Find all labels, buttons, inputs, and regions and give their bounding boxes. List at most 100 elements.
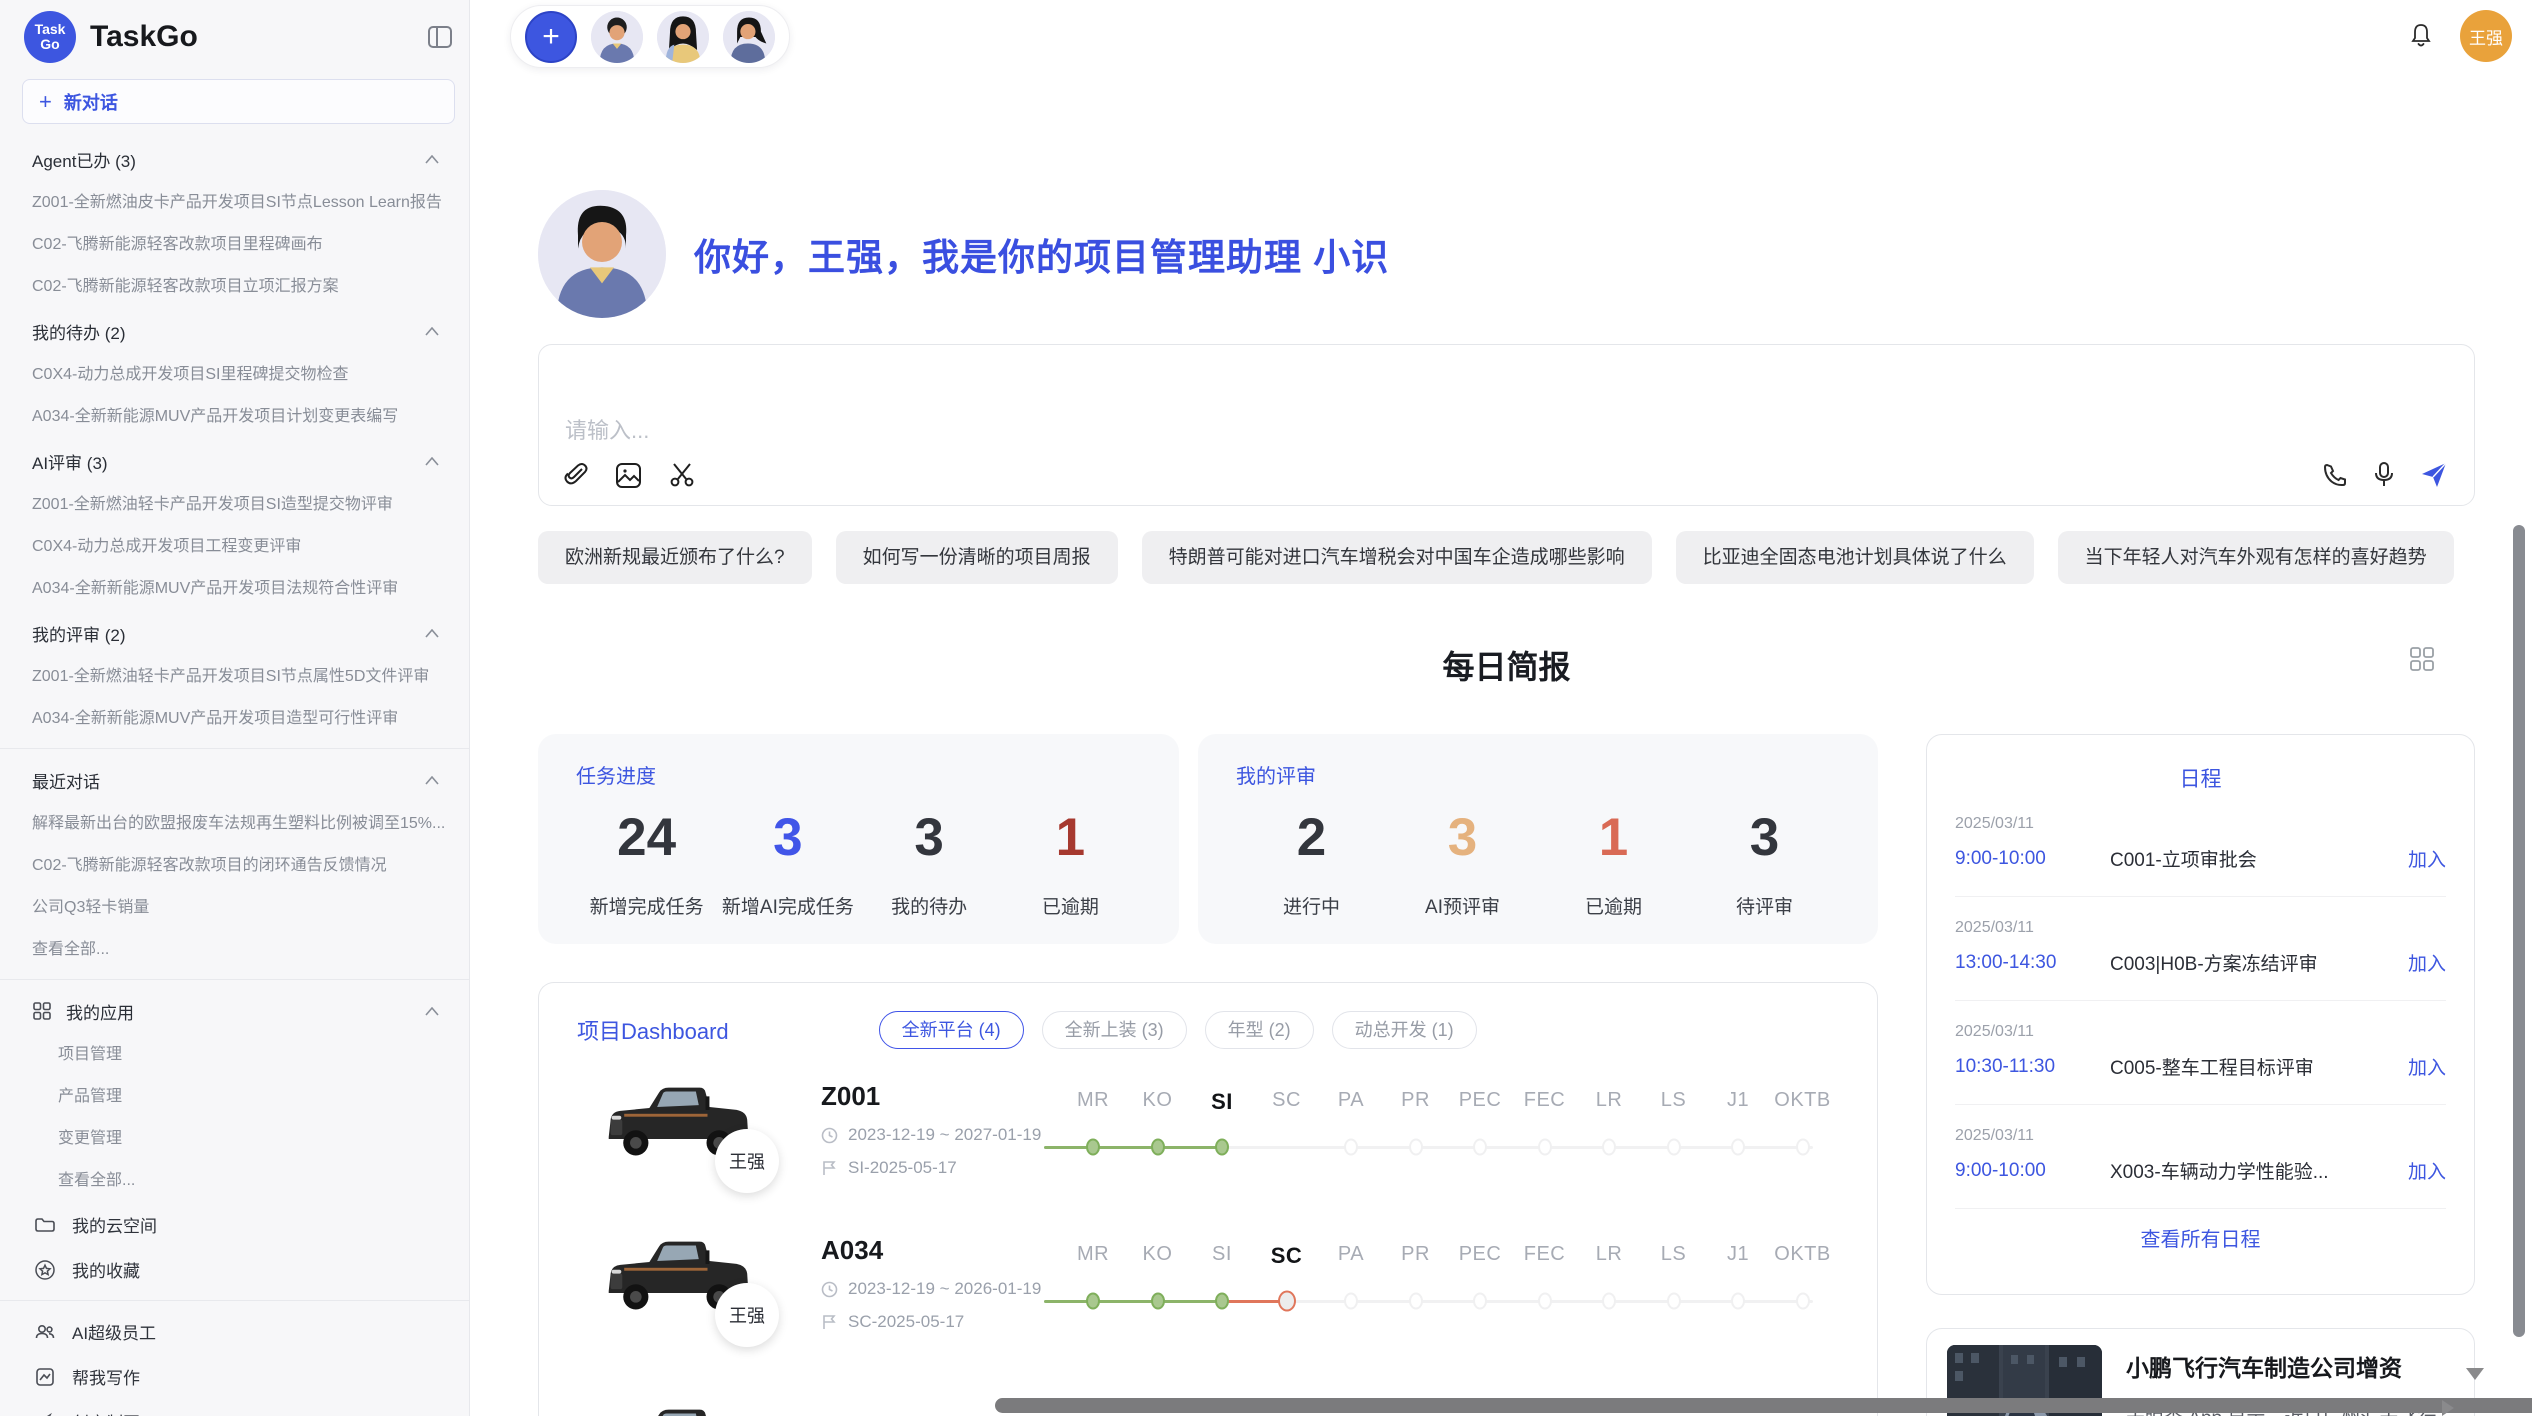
sidebar-section-my-todo[interactable]: 我的待办 (2): [0, 308, 469, 354]
milestone-dot[interactable]: [1667, 1293, 1681, 1310]
filter-pill-powertrain[interactable]: 动总开发 (1): [1332, 1011, 1477, 1049]
milestone-dot[interactable]: [1278, 1291, 1296, 1312]
sidebar-task-item[interactable]: C0X4-动力总成开发项目SI里程碑提交物检查: [0, 354, 469, 396]
stat-cell[interactable]: 3AI预评审: [1387, 807, 1538, 919]
project-owner-badge[interactable]: 王强: [715, 1129, 779, 1193]
filter-pill-year-model[interactable]: 年型 (2): [1205, 1011, 1314, 1049]
project-code[interactable]: A034: [821, 1235, 1044, 1266]
sidebar-section-recent-chats[interactable]: 最近对话: [0, 757, 469, 803]
join-meeting-link[interactable]: 加入: [2408, 949, 2446, 976]
collapse-sidebar-icon[interactable]: [427, 24, 453, 50]
milestone-dot[interactable]: [1409, 1293, 1423, 1310]
horizontal-scrollbar-thumb[interactable]: [995, 1398, 2532, 1413]
sidebar-task-item[interactable]: C02-飞腾新能源轻客改款项目里程碑画布: [0, 224, 469, 266]
view-all-schedule-link[interactable]: 查看所有日程: [1955, 1223, 2446, 1252]
scroll-right-arrow[interactable]: [2442, 1400, 2454, 1416]
suggestion-chip[interactable]: 当下年轻人对汽车外观有怎样的喜好趋势: [2058, 531, 2454, 584]
recent-chat-item[interactable]: 查看全部...: [0, 929, 469, 971]
join-meeting-link[interactable]: 加入: [2408, 1053, 2446, 1080]
milestone-dot[interactable]: [1344, 1139, 1358, 1156]
project-row[interactable]: 王强 Z001 2023-12-19 ~ 2027-01-19: [599, 1077, 1837, 1209]
sidebar-task-item[interactable]: Z001-全新燃油皮卡产品开发项目SI节点Lesson Learn报告: [0, 182, 469, 224]
stat-cell[interactable]: 1已逾期: [1000, 807, 1141, 919]
milestone-dot[interactable]: [1796, 1139, 1810, 1156]
scroll-down-arrow[interactable]: [2466, 1368, 2484, 1380]
agent-avatar-2[interactable]: [657, 11, 709, 63]
app-sub-item[interactable]: 产品管理: [0, 1076, 469, 1118]
project-row[interactable]: 王强 A034 2023-12-19 ~ 2026-01-19: [599, 1231, 1837, 1363]
chat-input-card[interactable]: 请输入...: [538, 344, 2475, 506]
phone-icon[interactable]: [2322, 462, 2348, 488]
milestone-dot[interactable]: [1151, 1293, 1165, 1310]
user-avatar[interactable]: 王强: [2460, 10, 2512, 62]
sidebar-task-item[interactable]: A034-全新新能源MUV产品开发项目计划变更表编写: [0, 396, 469, 438]
milestone-dot[interactable]: [1215, 1293, 1229, 1310]
microphone-icon[interactable]: [2372, 461, 2396, 489]
suggestion-chip[interactable]: 如何写一份清晰的项目周报: [836, 531, 1118, 584]
sidebar-section-my-review[interactable]: 我的评审 (2): [0, 610, 469, 656]
agent-avatar-1[interactable]: [591, 11, 643, 63]
recent-chat-item[interactable]: 解释最新出台的欧盟报废车法规再生塑料比例被调至15%...: [0, 803, 469, 845]
filter-pill-new-platform[interactable]: 全新平台 (4): [879, 1011, 1024, 1049]
stat-cell[interactable]: 1已逾期: [1538, 807, 1689, 919]
sidebar-task-item[interactable]: Z001-全新燃油轻卡产品开发项目SI造型提交物评审: [0, 484, 469, 526]
milestone-dot[interactable]: [1602, 1293, 1616, 1310]
sidebar-item-ai-super-staff[interactable]: AI超级员工: [0, 1309, 469, 1354]
milestone-dot[interactable]: [1086, 1139, 1100, 1156]
stat-cell[interactable]: 3新增AI完成任务: [717, 807, 858, 919]
app-sub-item[interactable]: 查看全部...: [0, 1160, 469, 1202]
sidebar-item-favorites[interactable]: 我的收藏: [0, 1247, 469, 1292]
sidebar-task-item[interactable]: Z001-全新燃油轻卡产品开发项目SI节点属性5D文件评审: [0, 656, 469, 698]
milestone-dot[interactable]: [1538, 1139, 1552, 1156]
stat-cell[interactable]: 3待评审: [1689, 807, 1840, 919]
project-code[interactable]: Z001: [821, 1081, 1044, 1112]
milestone-dot[interactable]: [1538, 1293, 1552, 1310]
milestone-dot[interactable]: [1602, 1139, 1616, 1156]
sidebar-task-item[interactable]: A034-全新新能源MUV产品开发项目造型可行性评审: [0, 698, 469, 740]
sidebar-task-item[interactable]: C0X4-动力总成开发项目工程变更评审: [0, 526, 469, 568]
layout-grid-icon[interactable]: [2409, 646, 2435, 672]
recent-chat-item[interactable]: 公司Q3轻卡销量: [0, 887, 469, 929]
sidebar-task-item[interactable]: C02-飞腾新能源轻客改款项目立项汇报方案: [0, 266, 469, 308]
suggestion-chip[interactable]: 欧洲新规最近颁布了什么?: [538, 531, 812, 584]
milestone-dot[interactable]: [1796, 1293, 1810, 1310]
sidebar-section-ai-review[interactable]: AI评审 (3): [0, 438, 469, 484]
scissors-icon[interactable]: [668, 461, 696, 489]
milestone-dot[interactable]: [1344, 1293, 1358, 1310]
vertical-scrollbar-thumb[interactable]: [2513, 525, 2525, 1337]
app-sub-item[interactable]: 项目管理: [0, 1034, 469, 1076]
agent-avatar-3[interactable]: [723, 11, 775, 63]
new-chat-button[interactable]: + 新对话: [22, 79, 455, 124]
milestone-dot[interactable]: [1473, 1139, 1487, 1156]
recent-chat-item[interactable]: C02-飞腾新能源轻客改款项目的闭环通告反馈情况: [0, 845, 469, 887]
milestone-dot[interactable]: [1409, 1139, 1423, 1156]
suggestion-chip[interactable]: 比亚迪全固态电池计划具体说了什么: [1676, 531, 2034, 584]
sidebar-item-creative-drawing[interactable]: 创意制图: [0, 1399, 469, 1416]
milestone-dot[interactable]: [1731, 1139, 1745, 1156]
milestone-dot[interactable]: [1086, 1293, 1100, 1310]
milestone-dot[interactable]: [1667, 1139, 1681, 1156]
notification-bell-icon[interactable]: [2408, 22, 2434, 50]
send-icon[interactable]: [2420, 461, 2448, 489]
stat-cell[interactable]: 24新增完成任务: [576, 807, 717, 919]
project-owner-badge[interactable]: 王强: [715, 1283, 779, 1347]
suggestion-chip[interactable]: 特朗普可能对进口汽车增税会对中国车企造成哪些影响: [1142, 531, 1652, 584]
filter-pill-new-body[interactable]: 全新上装 (3): [1042, 1011, 1187, 1049]
sidebar-item-help-me-write[interactable]: 帮我写作: [0, 1354, 469, 1399]
sidebar-task-item[interactable]: A034-全新新能源MUV产品开发项目法规符合性评审: [0, 568, 469, 610]
stat-cell[interactable]: 3我的待办: [859, 807, 1000, 919]
milestone-dot[interactable]: [1473, 1293, 1487, 1310]
attachment-icon[interactable]: [563, 462, 589, 488]
sidebar-section-agent-done[interactable]: Agent已办 (3): [0, 136, 469, 182]
app-sub-item[interactable]: 变更管理: [0, 1118, 469, 1160]
stat-cell[interactable]: 2进行中: [1236, 807, 1387, 919]
sidebar-section-my-apps[interactable]: 我的应用: [0, 988, 469, 1034]
image-icon[interactable]: [615, 462, 642, 489]
milestone-dot[interactable]: [1151, 1139, 1165, 1156]
milestone-dot[interactable]: [1731, 1293, 1745, 1310]
join-meeting-link[interactable]: 加入: [2408, 845, 2446, 872]
sidebar-item-cloud-space[interactable]: 我的云空间: [0, 1202, 469, 1247]
add-agent-button[interactable]: +: [525, 11, 577, 63]
milestone-dot[interactable]: [1215, 1139, 1229, 1156]
join-meeting-link[interactable]: 加入: [2408, 1157, 2446, 1184]
